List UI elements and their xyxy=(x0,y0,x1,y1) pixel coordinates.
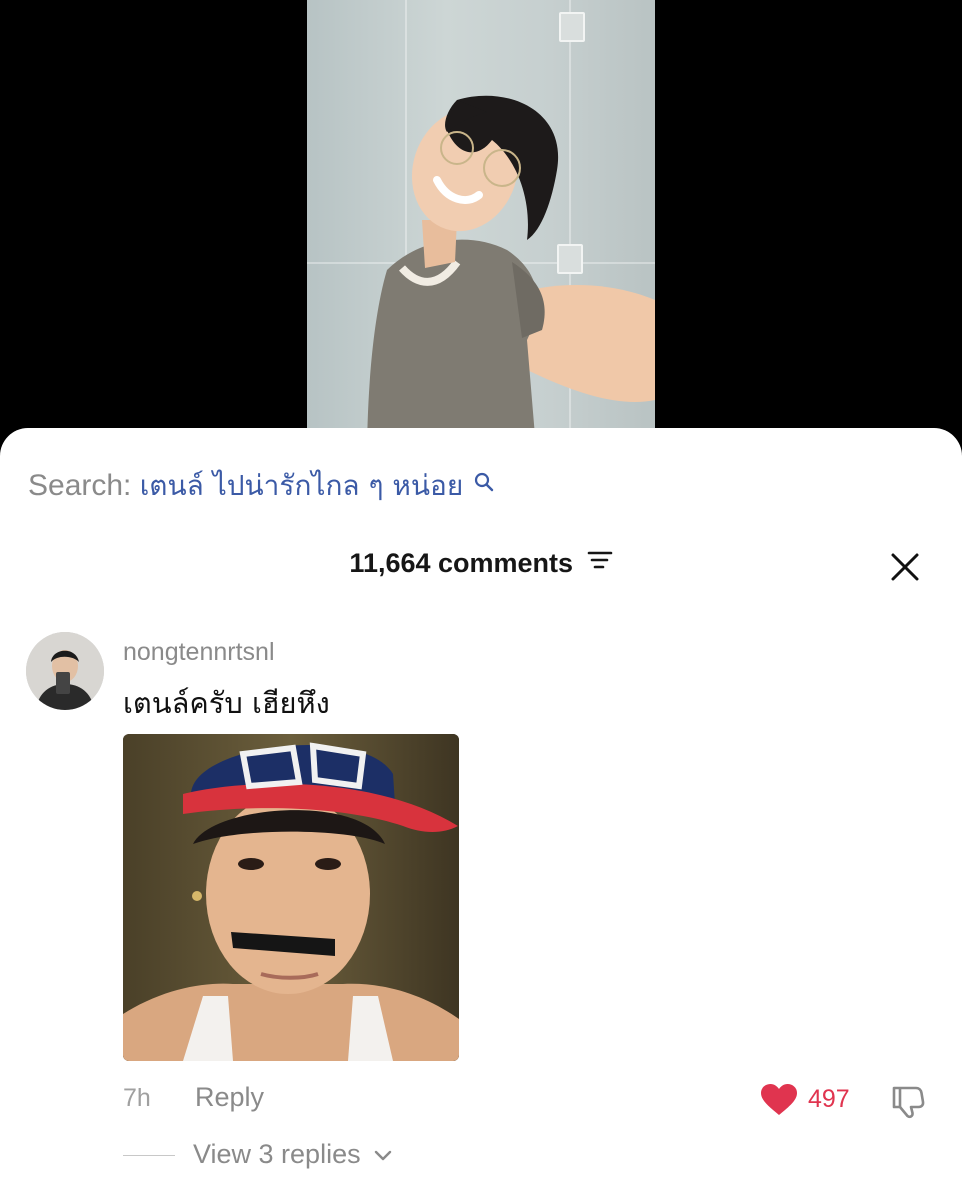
view-replies-label: View 3 replies xyxy=(193,1139,361,1169)
search-suggestion[interactable]: Search: เตนล์ ไปน่ารักไกล ๆ หน่อย xyxy=(28,464,494,508)
close-icon[interactable] xyxy=(886,548,924,586)
comments-sheet: Search: เตนล์ ไปน่ารักไกล ๆ หน่อย 11,664… xyxy=(0,428,962,1200)
comment-username[interactable]: nongtennrtsnl xyxy=(123,638,275,667)
dislike-icon[interactable] xyxy=(888,1080,928,1125)
sort-icon[interactable] xyxy=(587,547,613,578)
like-count: 497 xyxy=(808,1085,850,1113)
search-prefix: Search: xyxy=(28,469,132,502)
video-player[interactable] xyxy=(0,0,962,460)
comment-text: เตนล์ครับ เฮียหึง xyxy=(123,686,330,720)
heart-icon[interactable] xyxy=(760,1083,798,1122)
search-icon[interactable] xyxy=(474,466,494,500)
comments-count: 11,664 comments xyxy=(349,548,574,578)
comment-image[interactable] xyxy=(123,734,459,1061)
video-frame xyxy=(307,0,655,460)
video-person-illustration xyxy=(367,95,655,460)
view-replies-button[interactable]: View 3 replies xyxy=(193,1139,392,1170)
search-query[interactable]: เตนล์ ไปน่ารักไกล ๆ หน่อย xyxy=(140,469,464,502)
replies-divider xyxy=(123,1155,175,1156)
comments-header: 11,664 comments xyxy=(0,548,962,579)
comment-time: 7h xyxy=(123,1084,151,1112)
reply-button[interactable]: Reply xyxy=(195,1082,264,1113)
avatar[interactable] xyxy=(26,632,104,710)
chevron-down-icon xyxy=(374,1138,392,1169)
